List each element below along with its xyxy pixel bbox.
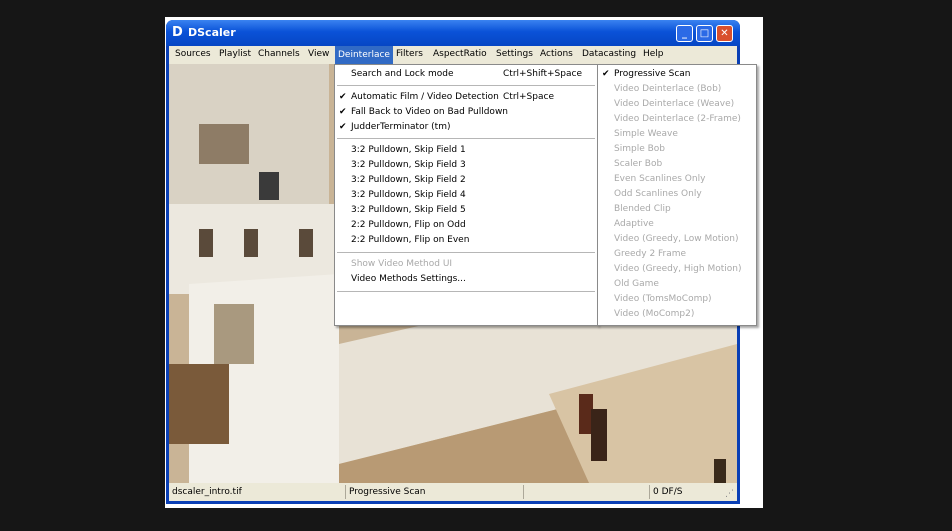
- method-adaptive: Adaptive: [614, 219, 654, 229]
- menu-divider: [337, 138, 595, 139]
- deinterlace-menu: Search and Lock mode Ctrl+Shift+Space ✔ A…: [334, 64, 598, 326]
- status-separator: [523, 485, 524, 499]
- menu-actions[interactable]: Actions: [540, 49, 573, 59]
- close-button[interactable]: ✕: [716, 25, 733, 42]
- menu-item-search-lock[interactable]: Search and Lock mode Ctrl+Shift+Space: [335, 67, 597, 82]
- method-mocomp2: Video (MoComp2): [614, 309, 695, 319]
- method-video-weave: Video Deinterlace (Weave): [614, 99, 735, 109]
- menu-divider: [337, 291, 595, 292]
- status-separator: [649, 485, 650, 499]
- menu-item-pulldown-32-skip1[interactable]: 3:2 Pulldown, Skip Field 1: [335, 143, 597, 158]
- checkmark-icon: ✔: [339, 122, 347, 132]
- minimize-button[interactable]: _: [676, 25, 693, 42]
- method-tomsmocomp: Video (TomsMoComp): [614, 294, 712, 304]
- method-greedy-2frame: Greedy 2 Frame: [614, 249, 687, 259]
- menu-help[interactable]: Help: [643, 49, 664, 59]
- status-file: dscaler_intro.tif: [172, 487, 242, 497]
- menu-item-pulldown-32-skip5[interactable]: 3:2 Pulldown, Skip Field 5: [335, 203, 597, 218]
- menu-item-show-video-method-ui: Show Video Method UI: [351, 259, 453, 269]
- status-method: Progressive Scan: [349, 487, 426, 497]
- method-simple-weave: Simple Weave: [614, 129, 678, 139]
- method-simple-bob: Simple Bob: [614, 144, 665, 154]
- menu-divider: [337, 252, 595, 253]
- menu-filters[interactable]: Filters: [396, 49, 423, 59]
- menu-playlist[interactable]: Playlist: [219, 49, 251, 59]
- method-video-bob: Video Deinterlace (Bob): [614, 84, 722, 94]
- maximize-button[interactable]: □: [696, 25, 713, 42]
- menu-item-judder-terminator[interactable]: ✔ JudderTerminator (tm): [335, 120, 597, 135]
- menu-aspectratio[interactable]: AspectRatio: [433, 49, 487, 59]
- checkmark-icon: ✔: [602, 69, 610, 79]
- status-separator: [345, 485, 346, 499]
- method-old-game: Old Game: [614, 279, 659, 289]
- menu-item-pulldown-32-skip4[interactable]: 3:2 Pulldown, Skip Field 4: [335, 188, 597, 203]
- method-even-scanlines: Even Scanlines Only: [614, 174, 706, 184]
- checkmark-icon: ✔: [339, 107, 347, 117]
- menu-view[interactable]: View: [308, 49, 329, 59]
- method-greedy-high: Video (Greedy, High Motion): [614, 264, 742, 274]
- title-bar[interactable]: D DScaler _ □ ✕: [166, 20, 740, 46]
- method-scaler-bob: Scaler Bob: [614, 159, 663, 169]
- deinterlace-methods-menu: ✔ Progressive Scan Video Deinterlace (Bo…: [597, 64, 757, 326]
- menu-divider: [337, 85, 595, 86]
- menu-sources[interactable]: Sources: [175, 49, 211, 59]
- menu-item-pulldown-22-odd[interactable]: 2:2 Pulldown, Flip on Odd: [335, 218, 597, 233]
- menu-item-auto-film-detection[interactable]: ✔ Automatic Film / Video Detection Ctrl+S…: [335, 90, 597, 105]
- status-bar: dscaler_intro.tif Progressive Scan 0 DF/…: [169, 483, 737, 501]
- checkmark-icon: ✔: [339, 92, 347, 102]
- menu-deinterlace[interactable]: Deinterlace: [335, 46, 393, 64]
- method-video-2frame: Video Deinterlace (2-Frame): [614, 114, 741, 124]
- status-rate: 0 DF/S: [653, 487, 683, 497]
- app-icon: D: [172, 25, 183, 40]
- menu-item-fall-back-video[interactable]: ✔ Fall Back to Video on Bad Pulldown: [335, 105, 597, 120]
- menu-item-pulldown-32-skip3[interactable]: 3:2 Pulldown, Skip Field 3: [335, 158, 597, 173]
- menu-datacasting[interactable]: Datacasting: [582, 49, 636, 59]
- window-title: DScaler: [188, 26, 236, 39]
- menu-bar: Sources Playlist Channels View Deinterla…: [169, 46, 737, 64]
- method-progressive-scan[interactable]: ✔ Progressive Scan: [598, 67, 756, 82]
- menu-item-pulldown-32-skip2[interactable]: 3:2 Pulldown, Skip Field 2: [335, 173, 597, 188]
- method-blended-clip: Blended Clip: [614, 204, 671, 214]
- menu-item-video-methods-settings[interactable]: Video Methods Settings...: [335, 272, 597, 287]
- menu-settings[interactable]: Settings: [496, 49, 533, 59]
- menu-item-pulldown-22-even[interactable]: 2:2 Pulldown, Flip on Even: [335, 233, 597, 248]
- method-odd-scanlines: Odd Scanlines Only: [614, 189, 702, 199]
- resize-grip-icon[interactable]: ⋰: [725, 489, 734, 499]
- method-greedy-low: Video (Greedy, Low Motion): [614, 234, 739, 244]
- menu-channels[interactable]: Channels: [258, 49, 300, 59]
